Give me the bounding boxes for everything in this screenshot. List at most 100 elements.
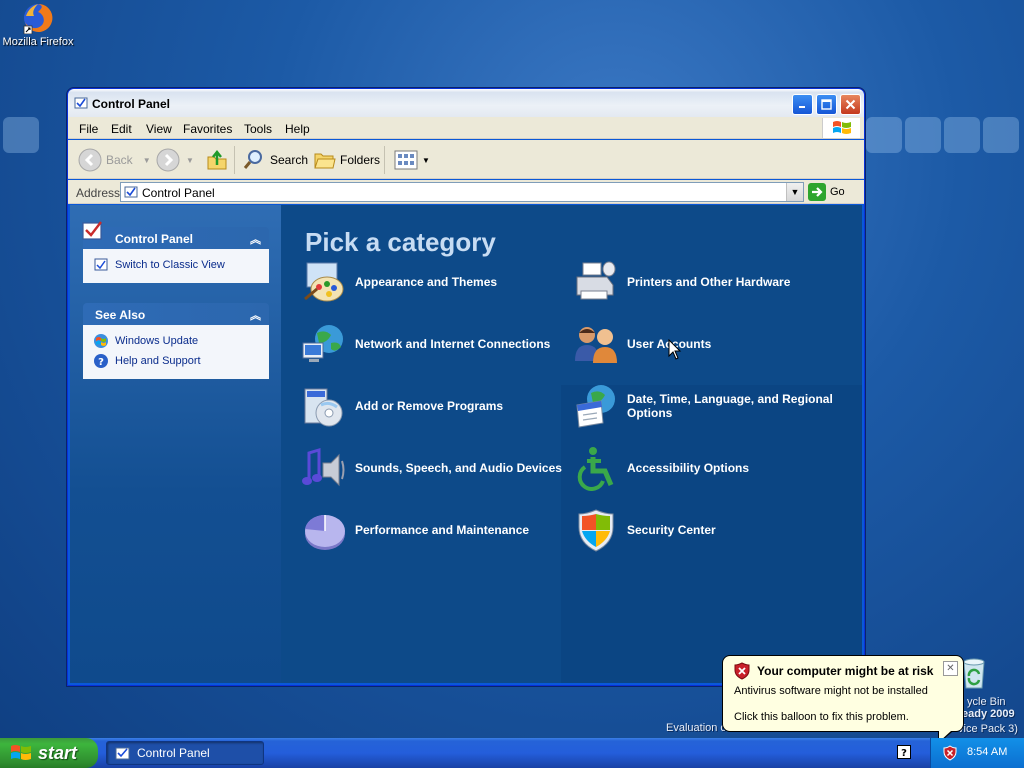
collapse-chevron-icon[interactable]: ︽ <box>250 307 261 323</box>
category-printers[interactable]: Printers and Other Hardware <box>573 259 838 305</box>
mouse-cursor-icon <box>668 339 682 360</box>
maximize-button[interactable] <box>816 94 837 115</box>
balloon-close-button[interactable]: ✕ <box>943 661 958 676</box>
switch-classic-view-link[interactable]: Switch to Classic View <box>93 255 259 275</box>
up-folder-button[interactable] <box>206 148 228 172</box>
start-button[interactable]: start <box>0 738 98 768</box>
search-label: Search <box>270 153 309 167</box>
svg-text:?: ? <box>98 357 104 368</box>
start-label: start <box>38 742 78 763</box>
taskbar-item-label: Control Panel <box>137 746 210 760</box>
svg-text:?: ? <box>901 748 907 759</box>
category-accessibility[interactable]: Accessibility Options <box>573 445 838 491</box>
desktop-icon-recycle-bin[interactable] <box>958 656 998 696</box>
menu-help[interactable]: Help <box>285 122 310 136</box>
close-button[interactable] <box>840 94 861 115</box>
category-label: Security Center <box>627 523 716 537</box>
desktop-decoration <box>3 117 39 153</box>
balloon-hint: Click this balloon to fix this problem. <box>734 711 909 723</box>
collapse-chevron-icon[interactable]: ︽ <box>250 231 261 247</box>
folders-button[interactable]: Folders <box>314 148 380 172</box>
add-remove-icon <box>304 388 343 427</box>
control-panel-icon <box>74 97 88 109</box>
menu-favorites[interactable]: Favorites <box>183 122 232 136</box>
back-button[interactable]: Back ▼ <box>78 148 151 172</box>
recycle-bin-label: ycle Bin <box>967 696 1006 708</box>
views-icon <box>394 150 418 170</box>
category-add-remove[interactable]: Add or Remove Programs <box>301 383 566 429</box>
views-button[interactable]: ▼ <box>394 148 430 172</box>
category-performance[interactable]: Performance and Maintenance <box>301 507 566 553</box>
category-label: Network and Internet Connections <box>355 337 551 351</box>
security-alert-tray-icon[interactable] <box>943 745 957 761</box>
minimize-button[interactable] <box>792 94 813 115</box>
go-label: Go <box>830 186 845 198</box>
go-button[interactable]: Go <box>808 182 845 202</box>
control-panel-large-icon <box>82 221 102 240</box>
menu-file[interactable]: File <box>79 122 98 136</box>
page-title: Pick a category <box>305 227 496 257</box>
link-label: Switch to Classic View <box>115 259 225 271</box>
category-user-accounts[interactable]: User Accounts <box>573 321 838 367</box>
help-tray-icon[interactable]: ? <box>897 745 911 759</box>
security-balloon[interactable]: Your computer might be at risk Antivirus… <box>722 655 964 744</box>
back-arrow-icon <box>78 148 102 172</box>
evaluation-text: Evaluation c <box>666 722 726 734</box>
forward-button[interactable]: ▼ <box>156 148 194 172</box>
windows-flag-icon <box>832 121 851 134</box>
sound-icon <box>302 447 345 487</box>
category-appearance[interactable]: Appearance and Themes <box>301 259 566 305</box>
panel-control-panel: Control Panel ︽ Switch to Classic View <box>82 221 269 283</box>
address-label: Address <box>76 186 121 200</box>
address-input[interactable]: Control Panel ▼ <box>120 182 804 202</box>
go-arrow-icon <box>808 183 826 201</box>
category-label: Add or Remove Programs <box>355 399 504 413</box>
desktop-decoration <box>983 117 1019 153</box>
windows-logo <box>822 118 860 138</box>
search-button[interactable]: Search <box>242 148 308 172</box>
control-panel-window: Control Panel File Edit View Favorites T… <box>67 88 865 686</box>
address-value: Control Panel <box>142 186 215 200</box>
panel-header[interactable]: See Also ︽ <box>83 303 269 325</box>
menu-tools[interactable]: Tools <box>244 122 272 136</box>
category-label: Appearance and Themes <box>355 275 498 289</box>
taskbar: start Control Panel 8:54 AM <box>0 738 1024 768</box>
panel-body: Switch to Classic View <box>83 249 269 283</box>
category-sounds[interactable]: Sounds, Speech, and Audio Devices <box>301 445 566 491</box>
category-security-center[interactable]: Security Center <box>573 507 838 553</box>
chevron-down-icon: ▼ <box>422 155 430 165</box>
balloon-message: Antivirus software might not be installe… <box>734 685 928 697</box>
taskbar-item-control-panel[interactable]: Control Panel <box>106 741 264 765</box>
link-label: Windows Update <box>115 335 199 347</box>
address-dropdown-button[interactable]: ▼ <box>786 183 803 201</box>
toolbar-separator <box>234 146 235 174</box>
title-bar[interactable]: Control Panel <box>68 89 864 117</box>
close-icon <box>845 99 856 110</box>
category-network[interactable]: Network and Internet Connections <box>301 321 566 367</box>
back-label: Back <box>106 153 133 167</box>
window-title: Control Panel <box>92 97 171 111</box>
menu-edit[interactable]: Edit <box>111 122 132 136</box>
users-icon <box>575 327 617 363</box>
desktop-icon-firefox[interactable]: Mozilla Firefox <box>2 2 74 48</box>
appearance-icon <box>304 262 344 302</box>
accessibility-icon <box>577 447 614 491</box>
forward-arrow-icon <box>156 148 180 172</box>
search-icon <box>243 150 262 169</box>
datetime-icon <box>576 385 615 428</box>
category-label: Accessibility Options <box>627 461 750 475</box>
category-label: Performance and Maintenance <box>355 523 530 537</box>
menu-view[interactable]: View <box>146 122 172 136</box>
control-panel-icon <box>115 747 130 760</box>
clock[interactable]: 8:54 AM <box>967 746 1007 758</box>
panel-body: Windows Update ? Help and Support <box>83 325 269 379</box>
windows-flag-icon <box>11 745 31 760</box>
category-label: Sounds, Speech, and Audio Devices <box>355 461 562 475</box>
watermark-line: vice Pack 3) <box>958 723 1018 735</box>
maximize-icon <box>821 99 832 110</box>
panel-header[interactable]: Control Panel ︽ <box>82 221 269 249</box>
help-support-link[interactable]: ? Help and Support <box>93 351 259 371</box>
windows-update-link[interactable]: Windows Update <box>93 331 259 351</box>
watermark-line: eady 2009 <box>962 708 1015 720</box>
category-datetime[interactable]: Date, Time, Language, and Regional Optio… <box>573 383 838 429</box>
